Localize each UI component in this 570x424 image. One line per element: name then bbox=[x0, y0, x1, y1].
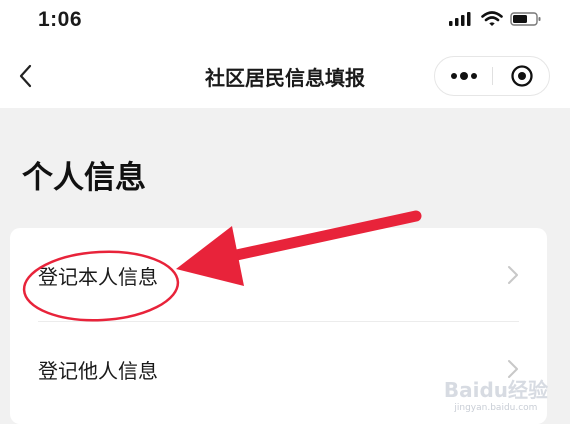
watermark-url: jingyan.baidu.com bbox=[454, 403, 538, 413]
menu-item-label: 登记他人信息 bbox=[38, 359, 158, 383]
status-icons bbox=[448, 11, 542, 31]
mini-program-capsule bbox=[434, 56, 550, 96]
baidu-watermark: Baidu经验 jingyan.baidu.com bbox=[444, 374, 548, 413]
battery-icon bbox=[510, 11, 542, 31]
nav-bar: 社区居民信息填报 bbox=[0, 44, 570, 108]
status-time: 1:06 bbox=[38, 8, 83, 31]
more-dots-icon bbox=[450, 72, 477, 80]
chevron-right-icon bbox=[508, 266, 518, 284]
cellular-signal-icon bbox=[448, 11, 474, 31]
menu-item-register-self[interactable]: 登记本人信息 bbox=[10, 228, 547, 322]
chevron-left-icon bbox=[19, 64, 32, 88]
back-button[interactable] bbox=[8, 58, 44, 94]
page-title: 社区居民信息填报 bbox=[205, 66, 365, 90]
section-title: 个人信息 bbox=[22, 160, 146, 196]
status-bar: 1:06 bbox=[0, 0, 570, 44]
wifi-icon bbox=[481, 11, 503, 31]
close-button[interactable] bbox=[493, 57, 550, 95]
more-button[interactable] bbox=[435, 57, 492, 95]
target-close-icon bbox=[510, 65, 533, 87]
watermark-brand: Baidu经验 bbox=[443, 378, 548, 402]
menu-item-label: 登记本人信息 bbox=[38, 265, 158, 289]
